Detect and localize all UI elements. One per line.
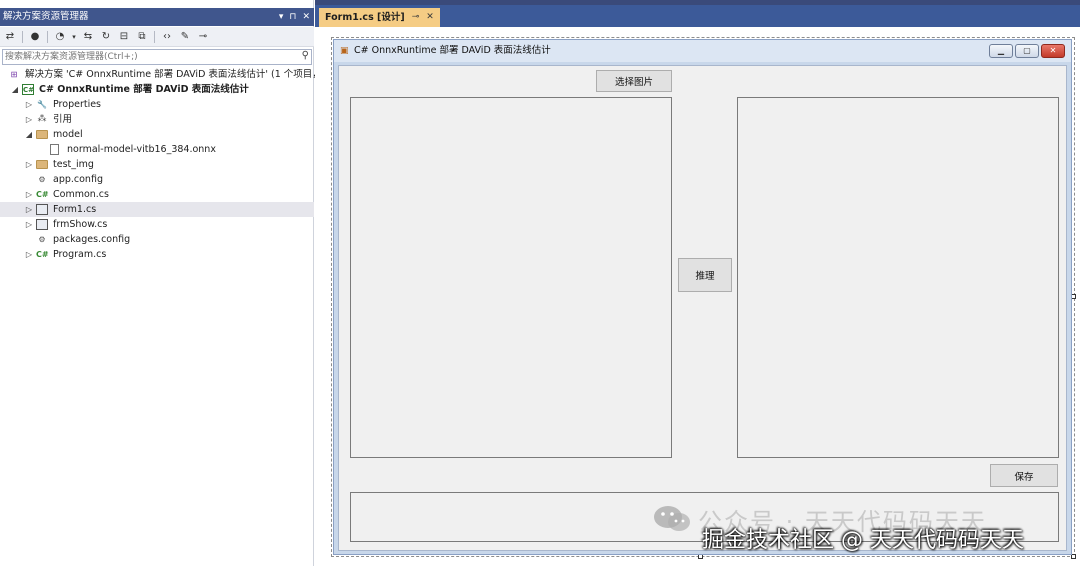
tree-item[interactable]: ▷ C# Common.cs [0, 187, 314, 202]
tree-item[interactable]: ⊞ 解决方案 'C# OnnxRuntime 部署 DAViD 表面法线估计' (… [0, 67, 332, 82]
search-input[interactable] [3, 50, 291, 64]
refresh-icon[interactable]: ↻ [99, 30, 113, 44]
tree-item-label: Common.cs [53, 189, 109, 200]
collapse-all-icon[interactable]: ⊟ [117, 30, 131, 44]
switch-views-icon[interactable]: ⇄ [3, 30, 17, 44]
config-icon: ⚙ [38, 235, 46, 244]
solution-icon: ⊞ [10, 70, 18, 79]
tree-item[interactable]: ⚙ packages.config [0, 232, 314, 247]
collapsed-arrow-icon[interactable]: ▷ [24, 97, 34, 112]
solution-explorer-title: 解决方案资源管理器 [3, 11, 89, 22]
tree-item-label: 解决方案 'C# OnnxRuntime 部署 DAViD 表面法线估计' (1… [25, 69, 332, 80]
pin-icon[interactable]: ⊓ [289, 8, 296, 26]
tab-form1-designer[interactable]: Form1.cs [设计] ⊸ ✕ [319, 8, 440, 27]
tree-item[interactable]: normal-model-vitb16_384.onnx [0, 142, 314, 157]
tree-item-label: app.config [53, 174, 103, 185]
form-icon [36, 219, 48, 230]
design-surface: ▣ C# OnnxRuntime 部署 DAViD 表面法线估计 ▁ ▢ ✕ 选… [315, 27, 1080, 566]
minimize-button[interactable]: ▁ [989, 44, 1013, 58]
collapsed-arrow-icon[interactable]: ▷ [24, 217, 34, 232]
tab-title: Form1.cs [设计] [325, 12, 405, 23]
csharp-file-icon: C# [36, 250, 49, 259]
properties-wrench-icon[interactable]: ✎ [178, 30, 192, 44]
tree-item-label: 引用 [53, 114, 73, 125]
tree-item[interactable]: ▷ C# Program.cs [0, 247, 314, 262]
title-bar-buttons: ▾ ⊓ ✕ [279, 8, 310, 26]
search-icon[interactable]: ⚲ [302, 50, 309, 61]
config-icon: ⚙ [38, 175, 46, 184]
document-tab-row: Form1.cs [设计] ⊸ ✕ [315, 5, 1080, 27]
form-caption-bar: ▣ C# OnnxRuntime 部署 DAViD 表面法线估计 ▁ ▢ ✕ [334, 40, 1071, 62]
preview-selected-items-icon[interactable]: ⊸ [196, 30, 210, 44]
folder-icon [36, 160, 48, 169]
window-position-dropdown-icon[interactable]: ▾ [279, 8, 284, 26]
csharp-project-icon: C# [22, 84, 35, 95]
tree-item-label: C# OnnxRuntime 部署 DAViD 表面法线估计 [39, 84, 249, 95]
close-button[interactable]: ✕ [1041, 44, 1065, 58]
designer-area: Form1.cs [设计] ⊸ ✕ ▣ C# OnnxRuntime 部署 DA… [315, 0, 1080, 566]
csharp-file-icon: C# [36, 190, 49, 199]
form-icon [36, 204, 48, 215]
tree-item-label: normal-model-vitb16_384.onnx [67, 144, 216, 155]
collapsed-arrow-icon[interactable]: ▷ [24, 247, 34, 262]
tab-pin-icon[interactable]: ⊸ [412, 8, 420, 27]
tree-item-label: frmShow.cs [53, 219, 108, 230]
form1-window[interactable]: ▣ C# OnnxRuntime 部署 DAViD 表面法线估计 ▁ ▢ ✕ 选… [333, 39, 1072, 555]
toolbar-separator [47, 30, 48, 43]
tree-item-label: test_img [53, 159, 94, 170]
input-picturebox[interactable] [350, 97, 672, 458]
log-textbox[interactable] [350, 492, 1059, 542]
toolbar-separator [154, 30, 155, 43]
file-icon [50, 144, 59, 155]
tree-item-label: Form1.cs [53, 204, 97, 215]
infer-button[interactable]: 推理 [678, 258, 732, 292]
form-client-area: 选择图片 推理 保存 [338, 65, 1067, 551]
collapsed-arrow-icon[interactable]: ▷ [24, 112, 34, 127]
form-app-icon: ▣ [340, 46, 349, 56]
solution-explorer-title-bar: 解决方案资源管理器 ▾ ⊓ ✕ [0, 8, 314, 26]
tree-item[interactable]: ▷ test_img [0, 157, 314, 172]
tree-item[interactable]: ▷ Form1.cs [0, 202, 314, 217]
tab-close-icon[interactable]: ✕ [426, 8, 434, 27]
tree-item[interactable]: ⚙ app.config [0, 172, 314, 187]
tree-item[interactable]: ◢ C# C# OnnxRuntime 部署 DAViD 表面法线估计 [0, 82, 314, 97]
folder-icon [36, 130, 48, 139]
form-window-buttons: ▁ ▢ ✕ [989, 44, 1065, 58]
dropdown-arrow-icon[interactable]: ▾ [71, 30, 77, 44]
output-picturebox[interactable] [737, 97, 1059, 458]
solution-explorer-toolbar: ⇄ ● ◔ ▾ ⇆ ↻ ⊟ ⧉ ‹› ✎ ⊸ [0, 27, 314, 47]
view-code-icon[interactable]: ‹› [160, 30, 174, 44]
select-image-button[interactable]: 选择图片 [596, 70, 672, 92]
maximize-button[interactable]: ▢ [1015, 44, 1039, 58]
solution-explorer-panel: 解决方案资源管理器 ▾ ⊓ ✕ ⇄ ● ◔ ▾ ⇆ ↻ ⊟ ⧉ ‹› ✎ ⊸ ⚲… [0, 0, 332, 566]
tree-item[interactable]: ◢ model [0, 127, 314, 142]
pending-changes-filter-icon[interactable]: ◔ [53, 30, 67, 44]
tree-item-label: Program.cs [53, 249, 107, 260]
tree-item-label: Properties [53, 99, 102, 110]
expanded-arrow-icon[interactable]: ◢ [10, 82, 20, 97]
save-button[interactable]: 保存 [990, 464, 1058, 487]
collapsed-arrow-icon[interactable]: ▷ [24, 157, 34, 172]
collapsed-arrow-icon[interactable]: ▷ [24, 202, 34, 217]
home-icon[interactable]: ● [28, 30, 42, 44]
tree-item[interactable]: ▷ frmShow.cs [0, 217, 314, 232]
solution-explorer-search[interactable]: ⚲ [2, 49, 312, 65]
tree-item-label: packages.config [53, 234, 131, 245]
show-all-files-icon[interactable]: ⧉ [135, 30, 149, 44]
toolbar-separator [22, 30, 23, 43]
references-icon: ⁂ [37, 114, 47, 124]
sync-with-document-icon[interactable]: ⇆ [81, 30, 95, 44]
form-caption: C# OnnxRuntime 部署 DAViD 表面法线估计 [354, 45, 551, 56]
collapsed-arrow-icon[interactable]: ▷ [24, 187, 34, 202]
tree-item[interactable]: ▷ ⁂ 引用 [0, 112, 314, 127]
tree-item[interactable]: ▷ 🔧 Properties [0, 97, 314, 112]
wrench-icon: 🔧 [37, 100, 47, 109]
expanded-arrow-icon[interactable]: ◢ [24, 127, 34, 142]
close-icon[interactable]: ✕ [302, 8, 310, 26]
solution-tree: ⊞ 解决方案 'C# OnnxRuntime 部署 DAViD 表面法线估计' (… [0, 67, 332, 262]
tree-item-label: model [53, 129, 83, 140]
